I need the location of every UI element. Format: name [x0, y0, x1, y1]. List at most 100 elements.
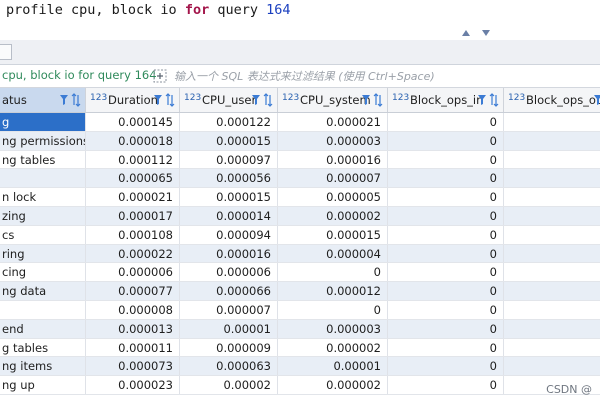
table-cell[interactable]: ng items [0, 357, 86, 376]
table-cell[interactable]: 0.000065 [86, 169, 180, 188]
table-cell[interactable]: zing [0, 207, 86, 225]
filter-sort-icon[interactable] [153, 93, 175, 107]
table-cell[interactable]: 0.000018 [86, 131, 180, 150]
sql-editor[interactable]: profile cpu, block io for query 164 [0, 0, 600, 40]
table-cell[interactable] [504, 188, 600, 206]
table-cell[interactable]: 0.000015 [180, 188, 278, 206]
filter-input[interactable] [170, 65, 600, 87]
table-cell[interactable]: 0.00001 [180, 319, 278, 338]
table-cell[interactable]: end [0, 319, 86, 338]
table-cell[interactable]: 0.000112 [86, 150, 180, 169]
table-row[interactable]: cs 0.000108 0.000094 0.000015 0 [0, 225, 600, 245]
table-cell[interactable]: g tables [0, 338, 86, 357]
filter-sort-icon[interactable] [477, 93, 499, 107]
table-cell[interactable]: 0 [278, 301, 388, 319]
column-header-atus[interactable]: atus [0, 88, 86, 112]
table-cell[interactable]: 0.000007 [180, 301, 278, 319]
table-row[interactable]: 0.000065 0.000056 0.000007 0 [0, 169, 600, 189]
table-cell[interactable]: 0.000017 [86, 207, 180, 225]
table-cell[interactable]: ring [0, 244, 86, 263]
table-cell[interactable]: 0.000073 [86, 357, 180, 376]
table-cell[interactable]: 0.000056 [180, 169, 278, 188]
filter-sort-icon[interactable] [251, 93, 273, 107]
table-cell[interactable]: 0.000015 [180, 131, 278, 150]
table-row[interactable]: cing 0.000006 0.000006 0 0 [0, 263, 600, 283]
table-cell[interactable]: 0.000002 [278, 207, 388, 225]
table-cell[interactable]: 0.000063 [180, 357, 278, 376]
table-cell[interactable] [0, 301, 86, 319]
table-cell[interactable]: ng up [0, 376, 86, 394]
table-cell[interactable]: ng permissions [0, 131, 86, 150]
table-cell[interactable]: 0.000012 [278, 282, 388, 300]
table-cell[interactable]: 0.000108 [86, 225, 180, 244]
table-cell[interactable]: 0.000066 [180, 282, 278, 300]
table-row[interactable]: end 0.000013 0.00001 0.000003 0 [0, 319, 600, 339]
collapse-arrows-icon[interactable] [460, 28, 494, 38]
table-cell[interactable]: 0.000004 [278, 244, 388, 263]
column-header-cpu_system[interactable]: 123 CPU_system [278, 88, 388, 112]
table-cell[interactable]: 0 [388, 150, 504, 169]
table-cell[interactable]: 0.000077 [86, 282, 180, 300]
table-cell[interactable]: g [0, 113, 86, 131]
table-cell[interactable]: 0 [388, 319, 504, 338]
table-cell[interactable]: 0 [388, 263, 504, 282]
table-cell[interactable]: ng data [0, 282, 86, 300]
table-row[interactable]: ng data 0.000077 0.000066 0.000012 0 [0, 282, 600, 301]
table-cell[interactable]: 0.000006 [86, 263, 180, 282]
table-row[interactable]: g tables 0.000011 0.000009 0.000002 0 [0, 338, 600, 358]
table-row[interactable]: ring 0.000022 0.000016 0.000004 0 [0, 244, 600, 264]
table-cell[interactable]: n lock [0, 188, 86, 206]
table-cell[interactable]: 0 [388, 357, 504, 376]
table-cell[interactable] [504, 339, 600, 357]
table-row[interactable]: ng up 0.000023 0.00002 0.000002 0 [0, 376, 600, 395]
table-cell[interactable]: 0 [388, 113, 504, 131]
table-cell[interactable] [504, 226, 600, 244]
table-cell[interactable]: 0.00002 [180, 376, 278, 394]
table-cell[interactable]: 0.000122 [180, 113, 278, 131]
table-cell[interactable]: cing [0, 263, 86, 282]
table-cell[interactable] [504, 245, 600, 263]
table-cell[interactable]: 0 [388, 376, 504, 394]
pane-toggle-icon[interactable] [0, 44, 12, 60]
table-row[interactable]: 0.000008 0.000007 0 0 [0, 301, 600, 320]
table-cell[interactable]: 0 [388, 188, 504, 206]
table-cell[interactable]: cs [0, 225, 86, 244]
table-cell[interactable] [504, 132, 600, 150]
table-cell[interactable]: 0.000003 [278, 319, 388, 338]
table-cell[interactable] [0, 169, 86, 188]
column-header-block_ops_out[interactable]: 123 Block_ops_out [504, 88, 600, 112]
table-cell[interactable]: 0.000023 [86, 376, 180, 394]
table-cell[interactable]: 0 [388, 169, 504, 188]
table-cell[interactable]: 0.000013 [86, 319, 180, 338]
table-cell[interactable] [504, 320, 600, 338]
table-cell[interactable]: 0.000002 [278, 376, 388, 394]
table-cell[interactable]: 0 [388, 301, 504, 319]
table-row[interactable]: ng tables 0.000112 0.000097 0.000016 0 [0, 150, 600, 170]
table-cell[interactable]: 0.000011 [86, 338, 180, 357]
table-cell[interactable]: 0.000014 [180, 207, 278, 225]
table-cell[interactable] [504, 169, 600, 187]
filter-sort-icon[interactable] [361, 93, 383, 107]
table-cell[interactable]: 0.000008 [86, 301, 180, 319]
table-cell[interactable]: 0.000021 [86, 188, 180, 206]
table-cell[interactable]: 0.000097 [180, 150, 278, 169]
table-row[interactable]: ng permissions 0.000018 0.000015 0.000003 0 [0, 131, 600, 151]
table-row[interactable]: zing 0.000017 0.000014 0.000002 0 [0, 207, 600, 226]
table-cell[interactable]: 0 [388, 207, 504, 225]
table-cell[interactable]: 0 [388, 131, 504, 150]
table-row[interactable]: ng items 0.000073 0.000063 0.00001 0 [0, 357, 600, 377]
table-cell[interactable]: 0.00001 [278, 357, 388, 376]
sql-code-line[interactable]: profile cpu, block io for query 164 [6, 2, 291, 18]
table-cell[interactable]: 0.000145 [86, 113, 180, 131]
table-cell[interactable] [504, 113, 600, 131]
column-header-cpu_user[interactable]: 123 CPU_user [180, 88, 278, 112]
table-cell[interactable] [504, 263, 600, 281]
filter-sort-icon[interactable] [593, 93, 600, 107]
table-cell[interactable]: 0 [278, 263, 388, 282]
table-cell[interactable]: 0.000003 [278, 131, 388, 150]
table-cell[interactable]: 0.000009 [180, 338, 278, 357]
panel-separator[interactable] [0, 40, 600, 65]
table-cell[interactable]: 0.000022 [86, 244, 180, 263]
table-cell[interactable]: 0 [388, 244, 504, 263]
table-cell[interactable] [504, 357, 600, 375]
